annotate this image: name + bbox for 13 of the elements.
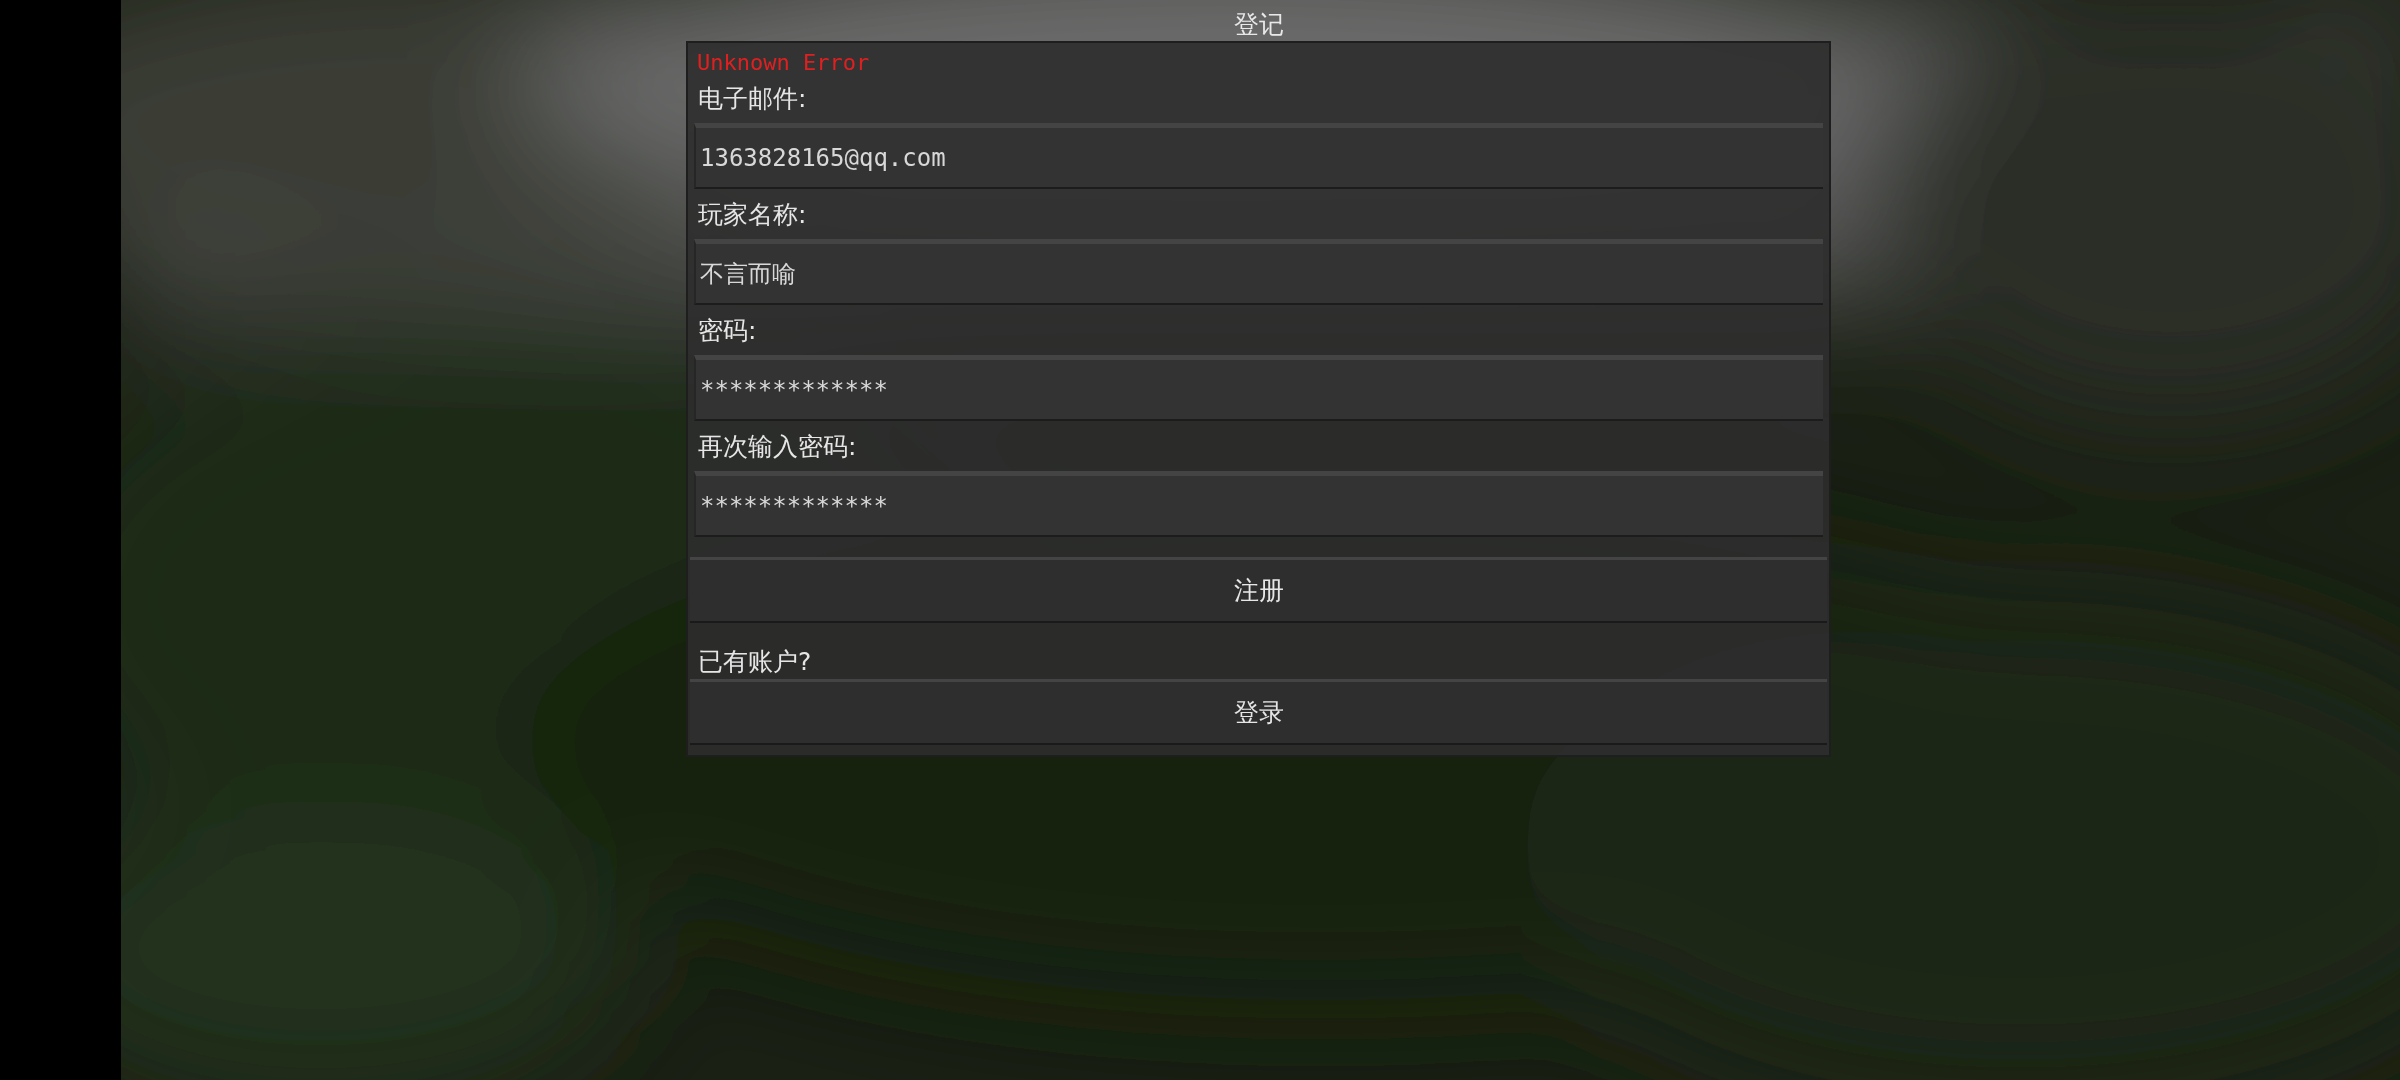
input-field[interactable]: ************* — [694, 471, 1823, 537]
field-label: 密码: — [697, 315, 758, 347]
input-field[interactable]: 1363828165@qq.com — [694, 123, 1823, 189]
register-button[interactable]: 注册 — [690, 557, 1827, 623]
login-prompt: 已有账户? — [697, 646, 813, 677]
input-field[interactable]: 不言而喻 — [694, 239, 1823, 305]
field-label: 电子邮件: — [697, 83, 808, 115]
error-message: Unknown Error — [696, 49, 871, 77]
input-field[interactable]: ************* — [694, 355, 1823, 421]
field-label: 再次输入密码: — [697, 431, 858, 463]
field-label: 玩家名称: — [697, 199, 808, 231]
page-title: 登记 — [1233, 9, 1284, 41]
login-button[interactable]: 登录 — [690, 679, 1827, 745]
